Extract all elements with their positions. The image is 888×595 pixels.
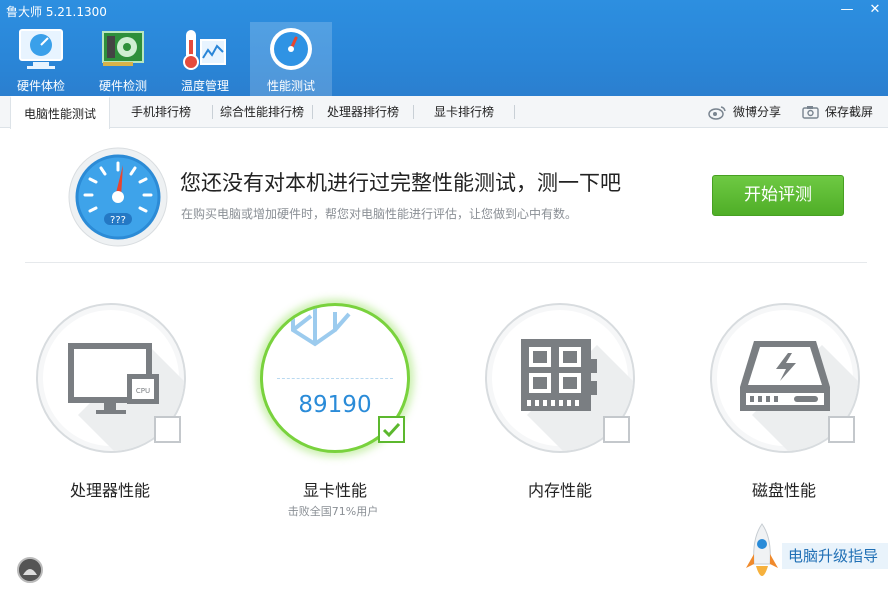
subtab-overall-ranking[interactable]: 综合性能排行榜 [213, 96, 311, 128]
nav-tab-hardware-detect[interactable]: 硬件检测 [82, 22, 164, 96]
score-divider [277, 378, 393, 379]
upgrade-guide-label: 电脑升级指导 [782, 543, 888, 569]
disk-checkbox[interactable] [828, 416, 855, 443]
memory-performance-card[interactable] [485, 303, 635, 453]
subtab-gpu-ranking[interactable]: 显卡排行榜 [414, 96, 514, 128]
weibo-share-label: 微博分享 [733, 105, 782, 119]
gauge-text: ??? [110, 215, 126, 226]
disk-card-label: 磁盘性能 [751, 481, 816, 500]
nav-tab-temperature[interactable]: 温度管理 [164, 22, 246, 96]
rocket-icon [746, 523, 778, 576]
tab-separator [312, 105, 313, 119]
gpu-card-subtext: 击败全国71%用户 [287, 505, 379, 518]
disk-performance-card[interactable] [710, 303, 860, 453]
subtab-cpu-ranking[interactable]: 处理器排行榜 [314, 96, 412, 128]
section-divider [25, 262, 867, 263]
save-screenshot-label: 保存截屏 [825, 105, 874, 119]
tab-separator [514, 105, 515, 119]
start-benchmark-button[interactable]: 开始评测 [712, 175, 844, 216]
speedometer-icon [270, 28, 312, 70]
banner-subline: 在购买电脑或增加硬件时，帮您对电脑性能进行评估，让您做到心中有数。 [181, 207, 578, 221]
nav-tab-hardware-checkup[interactable]: 硬件体检 [0, 22, 82, 96]
memory-checkbox[interactable] [603, 416, 630, 443]
banner-headline: 您还没有对本机进行过完整性能测试，测一下吧 [180, 171, 621, 195]
title-bar: 鲁大师 5.21.1300 — ✕ 硬件体检 硬件检测 温度管理 性能测试 [0, 0, 888, 96]
thermometer-icon [183, 30, 226, 70]
nav-label: 温度管理 [180, 79, 229, 93]
subtab-bar: 电脑性能测试 手机排行榜 综合性能排行榜 处理器排行榜 显卡排行榜 微博分享 保… [0, 96, 888, 129]
cpu-checkbox[interactable] [154, 416, 181, 443]
monitor-check-icon [19, 29, 63, 69]
checkmark-icon [382, 422, 401, 438]
nav-label: 硬件检测 [98, 79, 147, 93]
upgrade-guide-button[interactable]: 电脑升级指导 [742, 520, 888, 586]
nav-label: 硬件体检 [16, 79, 65, 93]
weibo-icon [708, 105, 726, 120]
cpu-card-label: 处理器性能 [69, 481, 150, 500]
nav-label: 性能测试 [266, 79, 315, 93]
subtab-pc-performance[interactable]: 电脑性能测试 [10, 96, 110, 129]
ludashi-logo-icon [19, 559, 41, 581]
memory-card-label: 内存性能 [527, 481, 592, 500]
svg-text:CPU: CPU [136, 387, 150, 395]
user-avatar[interactable] [17, 557, 43, 583]
gpu-checkbox[interactable] [378, 416, 405, 443]
close-button[interactable]: ✕ [868, 2, 882, 17]
minimize-button[interactable]: — [840, 2, 854, 17]
gpu-performance-card[interactable]: 89190 [260, 303, 410, 453]
performance-gauge-icon: ??? [68, 147, 168, 247]
app-title: 鲁大师 5.21.1300 [6, 5, 107, 19]
subtab-phone-ranking[interactable]: 手机排行榜 [118, 96, 204, 128]
gpu-card-label: 显卡性能 [302, 481, 367, 500]
hardware-board-icon [102, 31, 144, 66]
weibo-share-button[interactable]: 微博分享 [708, 96, 781, 128]
gpu-score: 89190 [298, 392, 372, 418]
cpu-performance-card[interactable]: CPU [36, 303, 186, 453]
nav-tab-performance[interactable]: 性能测试 [250, 22, 332, 96]
save-screenshot-button[interactable]: 保存截屏 [802, 96, 873, 128]
camera-icon [802, 106, 819, 119]
